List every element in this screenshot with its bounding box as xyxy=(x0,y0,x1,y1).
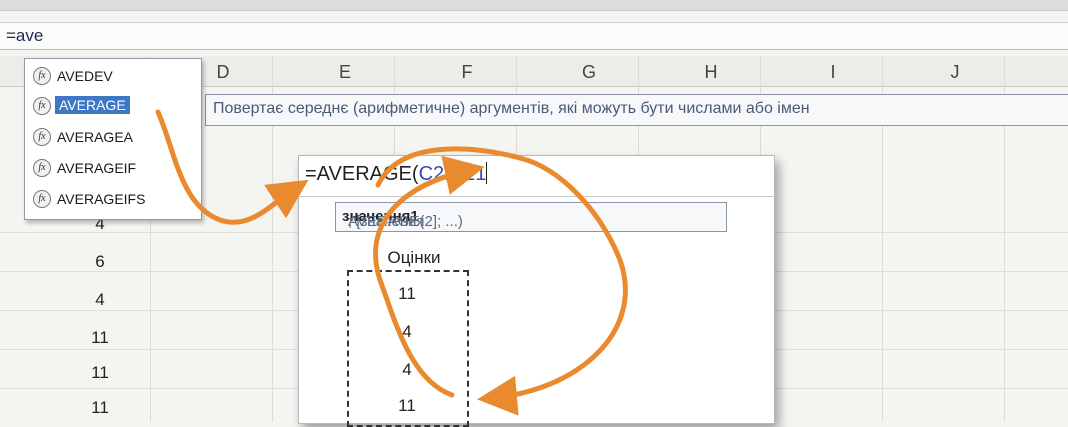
column-header-g[interactable]: G xyxy=(574,62,604,83)
formula-prefix: =AVERAGE( xyxy=(305,163,419,185)
text-cursor xyxy=(486,162,488,184)
column-title-cell[interactable]: Оцінки xyxy=(359,248,469,268)
range-cell-value[interactable]: 11 xyxy=(347,284,467,304)
autocomplete-item-label: AVERAGEA xyxy=(57,129,133,145)
function-autocomplete-list[interactable]: fx AVEDEV fx AVERAGE fx AVERAGEA fx AVER… xyxy=(24,58,202,220)
cell-value[interactable]: 4 xyxy=(70,290,130,310)
function-icon: fx xyxy=(33,128,51,146)
cell-value[interactable]: 11 xyxy=(70,398,130,418)
range-cell-value[interactable]: 4 xyxy=(347,322,467,342)
column-header-f[interactable]: F xyxy=(452,62,482,83)
cell-value[interactable]: 11 xyxy=(70,328,130,348)
column-header-i[interactable]: I xyxy=(818,62,848,83)
column-header-h[interactable]: H xyxy=(696,62,726,83)
autocomplete-item-average[interactable]: fx AVERAGE xyxy=(27,94,199,118)
formula-range-reference: C2:C21 xyxy=(418,163,487,185)
column-header-d[interactable]: D xyxy=(208,62,238,83)
formula-bar[interactable]: =ave xyxy=(0,22,1068,50)
column-header-e[interactable]: E xyxy=(330,62,360,83)
callout-formula[interactable]: =AVERAGE(C2:C21 xyxy=(305,162,757,190)
function-icon: fx xyxy=(33,190,51,208)
function-icon: fx xyxy=(33,67,51,85)
cell-value[interactable]: 6 xyxy=(70,252,130,272)
divider xyxy=(299,196,774,197)
autocomplete-item-label: AVERAGEIF xyxy=(57,160,137,176)
formula-bar-text[interactable]: =ave xyxy=(6,26,43,46)
formula-zoom-callout: =AVERAGE(C2:C21 AVERAGE(значення1; [знач… xyxy=(298,155,775,427)
tooltip-text: Повертає середнє (арифметичне) аргументі… xyxy=(213,100,810,117)
function-icon: fx xyxy=(33,159,51,177)
column-header-j[interactable]: J xyxy=(940,62,970,83)
window-top-strip xyxy=(0,0,1068,11)
function-description-tooltip: Повертає середнє (арифметичне) аргументі… xyxy=(205,94,1068,126)
autocomplete-item-avedev[interactable]: fx AVEDEV xyxy=(27,64,199,88)
autocomplete-item-averagea[interactable]: fx AVERAGEA xyxy=(27,125,199,149)
autocomplete-item-averageifs[interactable]: fx AVERAGEIFS xyxy=(27,187,199,211)
function-argument-hint: AVERAGE(значення1; [значення2]; ...) xyxy=(335,202,727,232)
autocomplete-item-averageif[interactable]: fx AVERAGEIF xyxy=(27,156,199,180)
cell-value[interactable]: 11 xyxy=(70,363,130,383)
hint-remaining-arguments: ; [значення2]; ...) xyxy=(348,213,463,230)
range-cell-value[interactable]: 4 xyxy=(347,360,467,380)
autocomplete-item-label: AVERAGEIFS xyxy=(57,191,146,207)
autocomplete-item-label: AVEDEV xyxy=(57,68,113,84)
function-icon: fx xyxy=(33,97,51,115)
range-cell-value[interactable]: 11 xyxy=(347,396,467,416)
autocomplete-item-label: AVERAGE xyxy=(55,96,130,114)
